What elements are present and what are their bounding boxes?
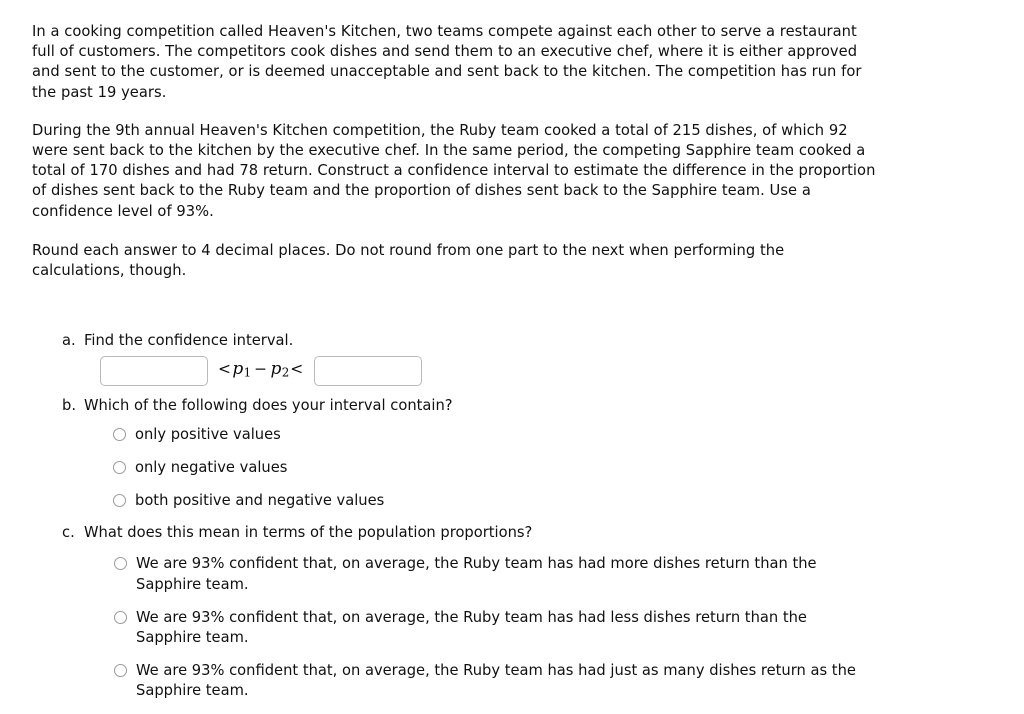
problem-paragraph-3: Round each answer to 4 decimal places. D… xyxy=(32,241,785,280)
part-a-prompt: Find the confidence interval. xyxy=(84,332,294,349)
p-two-symbol: p2 xyxy=(270,359,290,380)
interval-math-expression: <p1− p2< xyxy=(208,359,314,383)
part-b-prompt: Which of the following does your interva… xyxy=(84,397,453,415)
part-b-marker: b. xyxy=(62,397,76,415)
part-a-marker: a. xyxy=(62,332,76,349)
part-b-option-1[interactable]: only positive values xyxy=(113,425,942,446)
part-c-options: We are 93% confident that, on average, t… xyxy=(114,554,942,702)
part-b-option-1-label: only positive values xyxy=(135,426,281,444)
radio-button-icon[interactable] xyxy=(114,557,127,571)
part-c-marker: c. xyxy=(62,524,75,542)
radio-button-icon[interactable] xyxy=(114,610,127,624)
part-c-option-2[interactable]: We are 93% confident that, on average, t… xyxy=(114,608,866,649)
part-b-option-2-label: only negative values xyxy=(135,459,288,476)
part-b-option-3-label: both positive and negative values xyxy=(135,491,385,509)
part-c-option-1-label: We are 93% confident that, on average, t… xyxy=(136,555,817,593)
question-part-c: c. What does this mean in terms of the p… xyxy=(62,523,942,702)
radio-button-icon[interactable] xyxy=(113,493,126,507)
problem-paragraph-2: During the 9th annual Heaven's Kitchen c… xyxy=(32,121,876,220)
upper-bound-input[interactable] xyxy=(313,356,422,387)
question-part-b: b. Which of the following does your inte… xyxy=(62,396,942,511)
problem-paragraph-1: In a cooking competition called Heaven's… xyxy=(32,23,862,101)
question-parts-list: a. Find the confidence interval. <p1− p2<… xyxy=(62,331,942,714)
part-c-option-1[interactable]: We are 93% confident that, on average, t… xyxy=(114,554,866,595)
part-b-option-3[interactable]: both positive and negative values xyxy=(113,491,942,512)
question-part-a: a. Find the confidence interval. <p1− p2< xyxy=(62,331,942,388)
p-one-subscript: 1 xyxy=(243,365,252,380)
less-than-right: < xyxy=(290,360,304,379)
part-c-prompt: What does this mean in terms of the popu… xyxy=(84,524,533,542)
radio-button-icon[interactable] xyxy=(113,461,126,474)
part-b-options: only positive values only negative value… xyxy=(113,425,942,511)
part-c-option-3-label: We are 93% confident that, on average, t… xyxy=(136,661,856,700)
lower-bound-input[interactable] xyxy=(100,356,208,387)
question-page: In a cooking competition called Heaven's… xyxy=(0,0,1024,710)
radio-button-icon[interactable] xyxy=(113,428,126,442)
confidence-interval-row: <p1− p2< xyxy=(100,354,942,388)
less-than-left: < xyxy=(218,360,232,379)
part-c-option-3[interactable]: We are 93% confident that, on average, t… xyxy=(114,661,866,702)
part-b-option-2[interactable]: only negative values xyxy=(113,458,942,479)
p-one-symbol: p1 xyxy=(232,359,252,380)
radio-button-icon[interactable] xyxy=(114,663,127,677)
part-c-option-2-label: We are 93% confident that, on average, t… xyxy=(136,608,807,647)
minus-operator: − xyxy=(254,360,268,379)
